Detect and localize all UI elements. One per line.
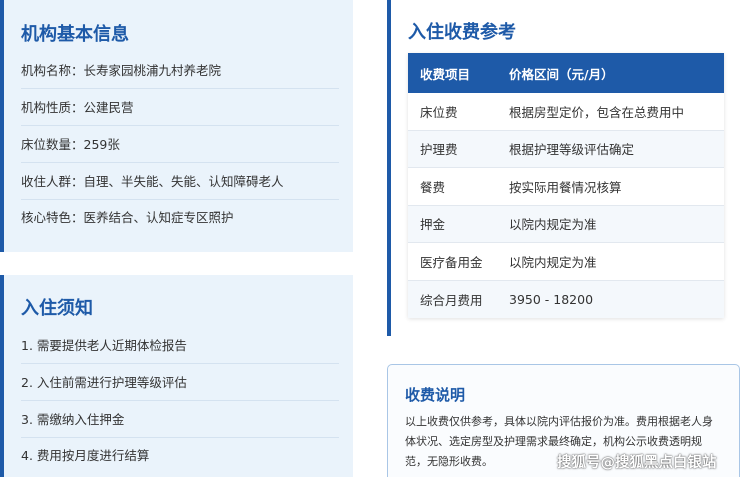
fee-item: 床位费 — [420, 104, 458, 120]
admission-notice-card: 入住须知 1. 需要提供老人近期体检报告 2. 入住前需进行护理等级评估 3. … — [0, 275, 353, 477]
basic-info-features: 核心特色：医养结合、认知症专区照护 — [21, 210, 234, 225]
basic-info-card: 机构基本信息 机构名称：长寿家园桃浦九村养老院 机构性质：公建民营 床位数量：2… — [0, 0, 353, 252]
fee-row: 床位费 根据房型定价，包含在总费用中 — [408, 93, 724, 131]
fee-header-item: 收费项目 — [420, 66, 471, 82]
notice-item: 2. 入住前需进行护理等级评估 — [21, 364, 339, 401]
fee-row: 餐费 按实际用餐情况核算 — [408, 168, 724, 206]
fee-item: 护理费 — [420, 142, 458, 158]
basic-info-beds: 床位数量：259张 — [21, 126, 339, 163]
fee-price: 按实际用餐情况核算 — [509, 179, 622, 195]
notice-item: 1. 需要提供老人近期体检报告 — [21, 327, 339, 364]
basic-info-title: 机构基本信息 — [21, 24, 129, 45]
fee-row: 护理费 根据护理等级评估确定 — [408, 130, 724, 168]
fee-table: 收费项目 价格区间（元/月） 床位费 根据房型定价，包含在总费用中 护理费 根据… — [408, 53, 724, 318]
fee-item: 综合月费用 — [420, 292, 483, 308]
fee-price: 根据房型定价，包含在总费用中 — [509, 104, 685, 120]
fee-note-line: 体状况、选定房型及护理需求最终确定，机构公示收费透明规 — [405, 435, 702, 448]
fee-item: 餐费 — [420, 179, 446, 195]
fee-table-header: 收费项目 价格区间（元/月） — [408, 53, 724, 93]
fee-item: 押金 — [420, 217, 446, 233]
fee-price: 3950 - 18200 — [509, 291, 594, 307]
fee-note-line: 以上收费仅供参考，具体以院内评估报价为准。费用根据老人身 — [405, 415, 713, 428]
fee-item: 医疗备用金 — [420, 254, 483, 270]
fee-note-title: 收费说明 — [405, 386, 466, 404]
fee-row: 综合月费用 3950 - 18200 — [408, 280, 724, 318]
fees-title: 入住收费参考 — [408, 22, 516, 43]
admission-notice-title: 入住须知 — [21, 298, 93, 319]
basic-info-residents: 收住人群：自理、半失能、失能、认知障碍老人 — [21, 163, 339, 200]
fee-row: 押金 以院内规定为准 — [408, 205, 724, 243]
fee-price: 以院内规定为准 — [509, 217, 597, 233]
fee-row: 医疗备用金 以院内规定为准 — [408, 243, 724, 281]
basic-info-nature: 机构性质：公建民营 — [21, 89, 339, 126]
fees-panel: 入住收费参考 收费项目 价格区间（元/月） 床位费 根据房型定价，包含在总费用中… — [387, 0, 740, 336]
basic-info-name: 机构名称：长寿家园桃浦九村养老院 — [21, 52, 339, 89]
fee-price: 根据护理等级评估确定 — [509, 142, 635, 158]
notice-item: 3. 需缴纳入住押金 — [21, 401, 339, 438]
watermark: 搜狐号@搜狐黑点白银站 — [557, 455, 717, 471]
fee-header-price: 价格区间（元/月） — [509, 66, 614, 82]
fee-price: 以院内规定为准 — [509, 254, 597, 270]
notice-item: 4. 费用按月度进行结算 — [21, 448, 150, 463]
